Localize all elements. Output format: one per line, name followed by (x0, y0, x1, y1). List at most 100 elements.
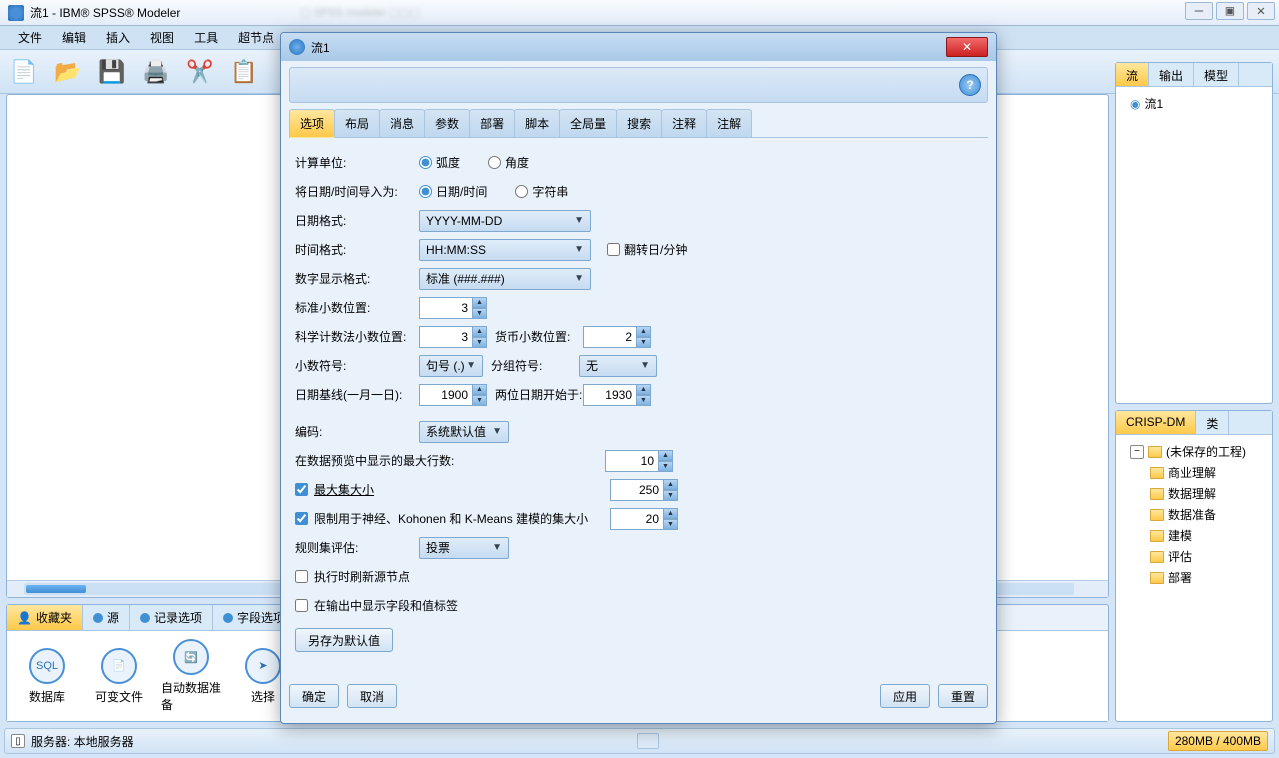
select-number-format[interactable]: 标准 (###.###)▼ (419, 268, 591, 290)
rtab-crispdm[interactable]: CRISP-DM (1116, 411, 1196, 434)
row-date-format: 日期格式: YYYY-MM-DD▼ (295, 206, 982, 235)
window-title: 流1 - IBM® SPSS® Modeler (30, 4, 180, 21)
spin-cur-decimal[interactable]: ▲▼ (583, 326, 651, 348)
node-autoprep[interactable]: 🔄自动数据准备 (161, 639, 221, 713)
dtab-script[interactable]: 脚本 (514, 109, 560, 137)
rtab-output[interactable]: 输出 (1149, 63, 1194, 86)
status-progress (637, 733, 659, 749)
restore-button[interactable]: ▣ (1216, 2, 1244, 20)
dtab-deploy[interactable]: 部署 (469, 109, 515, 137)
palette-tab-sources[interactable]: 源 (83, 605, 130, 630)
select-date-format[interactable]: YYYY-MM-DD▼ (419, 210, 591, 232)
crisp-dataund[interactable]: 数据理解 (1122, 483, 1266, 504)
dtab-globals[interactable]: 全局量 (559, 109, 617, 137)
check-maxset[interactable] (295, 483, 308, 496)
menu-edit[interactable]: 编辑 (52, 25, 96, 50)
open-icon[interactable]: 📂 (54, 58, 82, 86)
row-time-format: 时间格式: HH:MM:SS▼ 翻转日/分钟 (295, 235, 982, 264)
dialog-close-button[interactable]: ✕ (946, 37, 988, 57)
menu-insert[interactable]: 插入 (96, 25, 140, 50)
dtab-params[interactable]: 参数 (424, 109, 470, 137)
radio-string[interactable]: 字符串 (515, 183, 568, 200)
row-kmeans: 限制用于神经、Kohonen 和 K-Means 建模的集大小 ▲▼ (295, 504, 982, 533)
dtab-messages[interactable]: 消息 (379, 109, 425, 137)
dialog-icon (289, 39, 305, 55)
dialog-toolbar: ? (289, 67, 988, 103)
cancel-button[interactable]: 取消 (347, 684, 397, 708)
palette-tab-record[interactable]: 记录选项 (130, 605, 213, 630)
row-refresh: 执行时刷新源节点 (295, 562, 982, 591)
copy-icon[interactable]: 📋 (230, 58, 258, 86)
crisp-model[interactable]: 建模 (1122, 525, 1266, 546)
close-button[interactable]: ✕ (1247, 2, 1275, 20)
menu-file[interactable]: 文件 (8, 25, 52, 50)
dialog-footer: 确定 取消 应用 重置 (289, 677, 988, 715)
select-rules[interactable]: 投票▼ (419, 537, 509, 559)
spin-maxset[interactable]: ▲▼ (610, 479, 678, 501)
save-icon[interactable]: 💾 (98, 58, 126, 86)
reset-button[interactable]: 重置 (938, 684, 988, 708)
select-group-symbol[interactable]: 无▼ (579, 355, 657, 377)
check-kmeans[interactable] (295, 512, 308, 525)
apply-button[interactable]: 应用 (880, 684, 930, 708)
row-date-baseline: 日期基线(一月一日): ▲▼ 两位日期开始于: ▲▼ (295, 380, 982, 409)
dtab-annot[interactable]: 注解 (706, 109, 752, 137)
select-time-format[interactable]: HH:MM:SS▼ (419, 239, 591, 261)
spin-sci-decimal[interactable]: ▲▼ (419, 326, 487, 348)
spin-kmeans[interactable]: ▲▼ (610, 508, 678, 530)
cut-icon[interactable]: ✂️ (186, 58, 214, 86)
dialog-tabs: 选项 布局 消息 参数 部署 脚本 全局量 搜索 注释 注解 (289, 109, 988, 138)
select-encoding[interactable]: 系统默认值▼ (419, 421, 509, 443)
print-icon[interactable]: 🖨️ (142, 58, 170, 86)
window-controls: — ▣ ✕ (1185, 2, 1275, 20)
rtab-class[interactable]: 类 (1196, 411, 1229, 434)
menu-tools[interactable]: 工具 (184, 25, 228, 50)
radio-radians[interactable]: 弧度 (419, 154, 460, 171)
dtab-comments[interactable]: 注释 (661, 109, 707, 137)
crisp-dataprep[interactable]: 数据准备 (1122, 504, 1266, 525)
row-maxrows: 在数据预览中显示的最大行数: ▲▼ (295, 446, 982, 475)
spin-baseline[interactable]: ▲▼ (419, 384, 487, 406)
check-rollover[interactable]: 翻转日/分钟 (607, 241, 687, 258)
rtab-streams[interactable]: 流 (1116, 63, 1149, 86)
check-labelsout[interactable] (295, 599, 308, 612)
minimize-button[interactable]: — (1185, 2, 1213, 20)
crisp-eval[interactable]: 评估 (1122, 546, 1266, 567)
statusbar: ▯ 服务器: 本地服务器 280MB / 400MB (4, 728, 1275, 754)
dtab-layout[interactable]: 布局 (334, 109, 380, 137)
main-titlebar: 流1 - IBM® SPSS® Modeler ▢ SPSS modeler ▢… (0, 0, 1279, 26)
ok-button[interactable]: 确定 (289, 684, 339, 708)
row-labelsout: 在输出中显示字段和值标签 (295, 591, 982, 620)
node-varfile[interactable]: 📄可变文件 (89, 648, 149, 705)
row-std-decimal: 标准小数位置: ▲▼ (295, 293, 982, 322)
server-icon: ▯ (11, 734, 25, 748)
rtab-models[interactable]: 模型 (1194, 63, 1239, 86)
dtab-search[interactable]: 搜索 (616, 109, 662, 137)
dialog-titlebar[interactable]: 流1 ✕ (281, 33, 996, 61)
new-icon[interactable]: 📄 (10, 58, 38, 86)
project-root[interactable]: −(未保存的工程) (1122, 441, 1266, 462)
radio-datetime[interactable]: 日期/时间 (419, 183, 487, 200)
save-defaults-button[interactable]: 另存为默认值 (295, 628, 393, 652)
dtab-options[interactable]: 选项 (289, 109, 335, 138)
stream-properties-dialog: 流1 ✕ ? 选项 布局 消息 参数 部署 脚本 全局量 搜索 注释 注解 计算… (280, 32, 997, 724)
help-button[interactable]: ? (959, 74, 981, 96)
crisp-business[interactable]: 商业理解 (1122, 462, 1266, 483)
select-decimal-symbol[interactable]: 句号 (.)▼ (419, 355, 483, 377)
stream-item-1[interactable]: ◉流1 (1122, 93, 1266, 114)
background-tab: ▢ SPSS modeler ▢▢▢ (300, 6, 420, 19)
menu-view[interactable]: 视图 (140, 25, 184, 50)
crisp-deploy[interactable]: 部署 (1122, 567, 1266, 588)
spin-twodigit[interactable]: ▲▼ (583, 384, 651, 406)
menu-supernode[interactable]: 超节点 (228, 25, 284, 50)
spin-std-decimal[interactable]: ▲▼ (419, 297, 487, 319)
check-refresh[interactable] (295, 570, 308, 583)
row-decimal-symbol: 小数符号: 句号 (.)▼ 分组符号: 无▼ (295, 351, 982, 380)
dialog-title: 流1 (311, 39, 330, 56)
node-database[interactable]: SQL数据库 (17, 648, 77, 705)
palette-tab-favorites[interactable]: 👤收藏夹 (7, 605, 83, 630)
row-encoding: 编码: 系统默认值▼ (295, 417, 982, 446)
spin-maxrows[interactable]: ▲▼ (605, 450, 673, 472)
radio-degrees[interactable]: 角度 (488, 154, 529, 171)
memory-usage: 280MB / 400MB (1168, 731, 1268, 751)
